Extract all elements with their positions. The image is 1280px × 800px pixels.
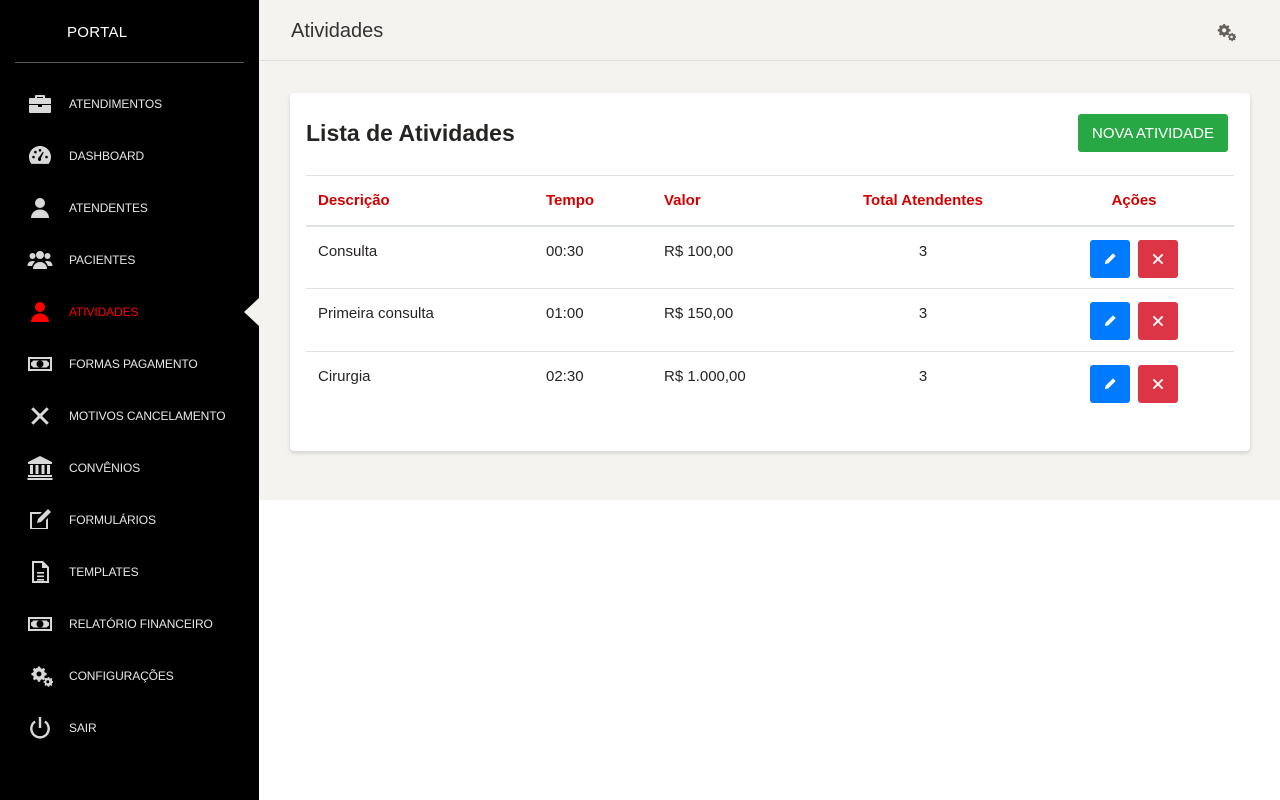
cell-descricao: Cirurgia [318, 368, 371, 385]
money-bill-icon [26, 350, 54, 378]
cell-acoes [1034, 289, 1234, 352]
sidebar-item-pacientes[interactable]: PACIENTES [0, 234, 259, 286]
file-text-icon [26, 558, 54, 586]
delete-button[interactable] [1138, 239, 1179, 278]
sidebar-item-configuracoes[interactable]: CONFIGURAÇÕES [0, 650, 259, 702]
times-icon [1152, 315, 1164, 327]
activities-card: Lista de Atividades NOVA ATIVIDADE Descr… [290, 93, 1250, 451]
sidebar-item-label: ATENDIMENTOS [69, 97, 163, 111]
settings-button[interactable] [1214, 21, 1237, 43]
page-title: Atividades [291, 20, 384, 42]
sidebar-item-atividades[interactable]: ATIVIDADES [0, 286, 259, 338]
sidebar-item-formas-pagamento[interactable]: FORMAS PAGAMENTO [0, 338, 259, 390]
cell-descricao: Primeira consulta [318, 305, 434, 322]
edit-button[interactable] [1089, 239, 1130, 278]
gears-icon [1217, 23, 1237, 42]
pencil-icon [1104, 315, 1116, 327]
sidebar-item-templates[interactable]: TEMPLATES [0, 546, 259, 598]
cell-valor: R$ 1.000,00 [664, 368, 746, 385]
sidebar-item-sair[interactable]: SAIR [0, 702, 259, 754]
money-bill-icon [26, 610, 54, 638]
column-header-acoes: Ações [1111, 191, 1157, 209]
sidebar-item-label: MOTIVOS CANCELAMENTO [69, 409, 226, 423]
column-header-descricao: Descrição [318, 191, 390, 209]
card-title: Lista de Atividades [306, 120, 515, 146]
sidebar-item-dashboard[interactable]: DASHBOARD [0, 130, 259, 182]
sidebar-item-label: SAIR [69, 721, 97, 735]
pencil-icon [1104, 252, 1116, 264]
cell-tempo: 02:30 [546, 368, 584, 385]
activities-table: Descrição Tempo Valor Total Atendentes A… [306, 175, 1234, 415]
delete-button[interactable] [1138, 365, 1179, 403]
sidebar-item-label: RELATÓRIO FINANCEIRO [69, 617, 213, 631]
table-row: Consulta 00:30 R$ 100,00 3 [306, 226, 1234, 289]
sidebar-item-atendentes[interactable]: ATENDENTES [0, 182, 259, 234]
sidebar-item-formularios[interactable]: FORMULÁRIOS [0, 494, 259, 546]
sidebar-item-label: ATENDENTES [69, 201, 148, 215]
new-activity-button[interactable]: NOVA ATIVIDADE [1078, 114, 1228, 152]
sidebar-item-label: TEMPLATES [69, 565, 139, 579]
sidebar-item-label: FORMULÁRIOS [69, 513, 156, 527]
column-header-total-atendentes: Total Atendentes [862, 191, 983, 209]
user-icon [26, 298, 54, 326]
cell-acoes [1034, 352, 1234, 415]
times-icon [26, 402, 54, 430]
cell-acoes [1034, 226, 1234, 289]
table-row: Cirurgia 02:30 R$ 1.000,00 3 [306, 352, 1234, 415]
top-navbar: Atividades [259, 0, 1280, 61]
users-icon [26, 246, 54, 274]
briefcase-icon [26, 90, 54, 118]
main-content: Atividades Lista de Atividades NOVA ATIV… [259, 0, 1280, 500]
sidebar-item-label: DASHBOARD [69, 149, 145, 163]
edit-button[interactable] [1089, 302, 1130, 340]
cell-valor: R$ 100,00 [664, 242, 734, 260]
pencil-icon [1104, 378, 1116, 390]
cell-total-atendentes: 3 [918, 368, 928, 385]
cell-descricao: Consulta [318, 242, 378, 260]
edit-icon [26, 506, 54, 534]
column-header-tempo: Tempo [546, 191, 595, 209]
dashboard-gauge-icon [26, 142, 54, 170]
sidebar-item-label: CONVÊNIOS [69, 461, 141, 475]
power-icon [26, 714, 54, 742]
sidebar-item-motivos-cancelamento[interactable]: MOTIVOS CANCELAMENTO [0, 390, 259, 442]
sidebar-item-label: CONFIGURAÇÕES [69, 669, 174, 683]
sidebar-item-label: FORMAS PAGAMENTO [69, 357, 198, 371]
bank-icon [26, 454, 54, 482]
cell-total-atendentes: 3 [918, 305, 928, 322]
table-row: Primeira consulta 01:00 R$ 150,00 3 [306, 289, 1234, 352]
column-header-valor: Valor [664, 191, 701, 209]
gears-icon [26, 662, 54, 690]
sidebar-item-label: PACIENTES [69, 253, 136, 267]
sidebar-menu: ATENDIMENTOS DASHBOARD ATENDENTES PACIEN… [0, 78, 259, 754]
sidebar: PORTAL ATENDIMENTOS DASHBOARD ATENDENTES [0, 0, 259, 800]
cell-total-atendentes: 3 [918, 242, 928, 260]
cell-tempo: 00:30 [546, 242, 584, 260]
sidebar-item-atendimentos[interactable]: ATENDIMENTOS [0, 78, 259, 130]
sidebar-item-label: ATIVIDADES [69, 305, 139, 319]
table-header-row: Descrição Tempo Valor Total Atendentes A… [306, 175, 1234, 226]
user-icon [26, 194, 54, 222]
edit-button[interactable] [1089, 365, 1130, 403]
times-icon [1152, 378, 1164, 390]
cell-tempo: 01:00 [546, 305, 584, 322]
sidebar-item-relatorio-financeiro[interactable]: RELATÓRIO FINANCEIRO [0, 598, 259, 650]
brand-logo[interactable]: PORTAL [0, 0, 259, 63]
brand-divider [15, 62, 244, 63]
times-icon [1152, 253, 1164, 264]
sidebar-item-convenios[interactable]: CONVÊNIOS [0, 442, 259, 494]
delete-button[interactable] [1138, 302, 1179, 340]
active-indicator-arrow [244, 298, 259, 326]
cell-valor: R$ 150,00 [664, 305, 734, 322]
